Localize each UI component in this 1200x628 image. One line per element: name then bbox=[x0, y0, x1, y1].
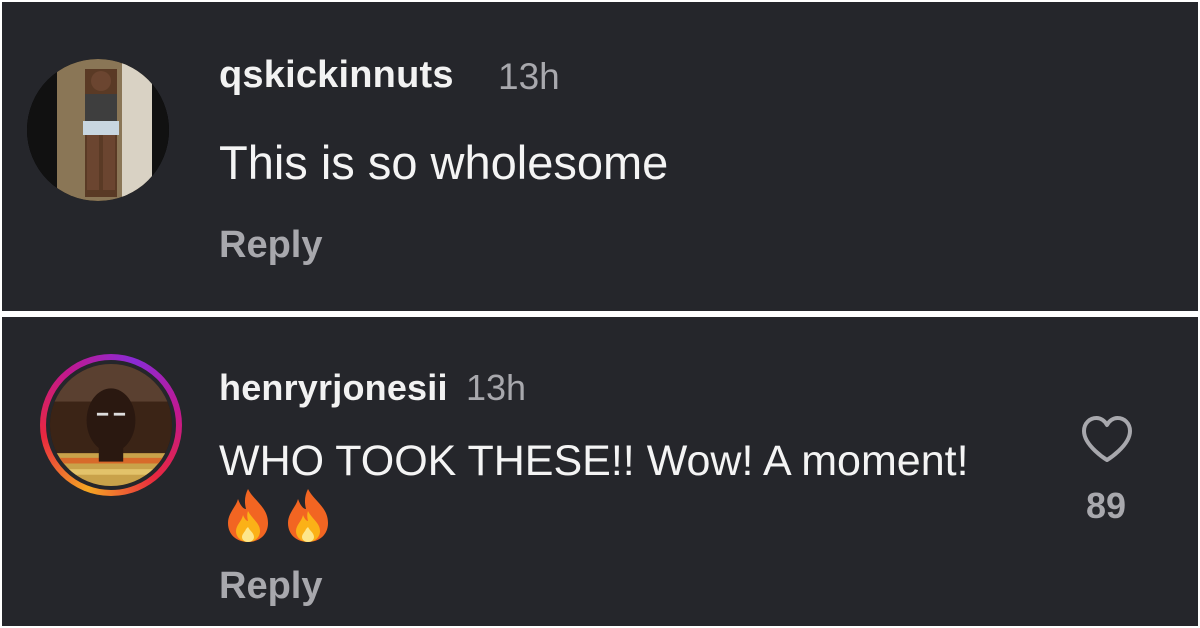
avatar[interactable] bbox=[27, 59, 169, 201]
fire-emoji-icon bbox=[288, 489, 328, 542]
username[interactable]: henryrjonesii bbox=[219, 367, 448, 409]
avatar-story-ring[interactable] bbox=[40, 354, 182, 496]
emoji-row bbox=[224, 487, 332, 543]
avatar-image bbox=[27, 59, 169, 201]
heart-outline-icon bbox=[1082, 416, 1132, 462]
comment-item: henryrjonesii 13h WHO TOOK THESE!! Wow! … bbox=[2, 317, 1198, 626]
reply-button[interactable]: Reply bbox=[219, 565, 322, 608]
comment-item: qskickinnuts 13h This is so wholesome Re… bbox=[2, 2, 1198, 311]
timestamp: 13h bbox=[466, 367, 527, 408]
reply-button[interactable]: Reply bbox=[219, 224, 322, 267]
timestamp: 13h bbox=[498, 56, 560, 97]
comment-text: This is so wholesome bbox=[219, 136, 669, 189]
user-photo bbox=[27, 59, 169, 201]
user-photo bbox=[50, 364, 172, 486]
comment-text: WHO TOOK THESE!! Wow! A moment! bbox=[219, 437, 969, 485]
like-count: 89 bbox=[1085, 485, 1127, 526]
avatar bbox=[46, 360, 176, 490]
username[interactable]: qskickinnuts bbox=[219, 54, 454, 97]
like-button[interactable] bbox=[1080, 414, 1134, 464]
fire-emoji-icon bbox=[228, 489, 268, 542]
